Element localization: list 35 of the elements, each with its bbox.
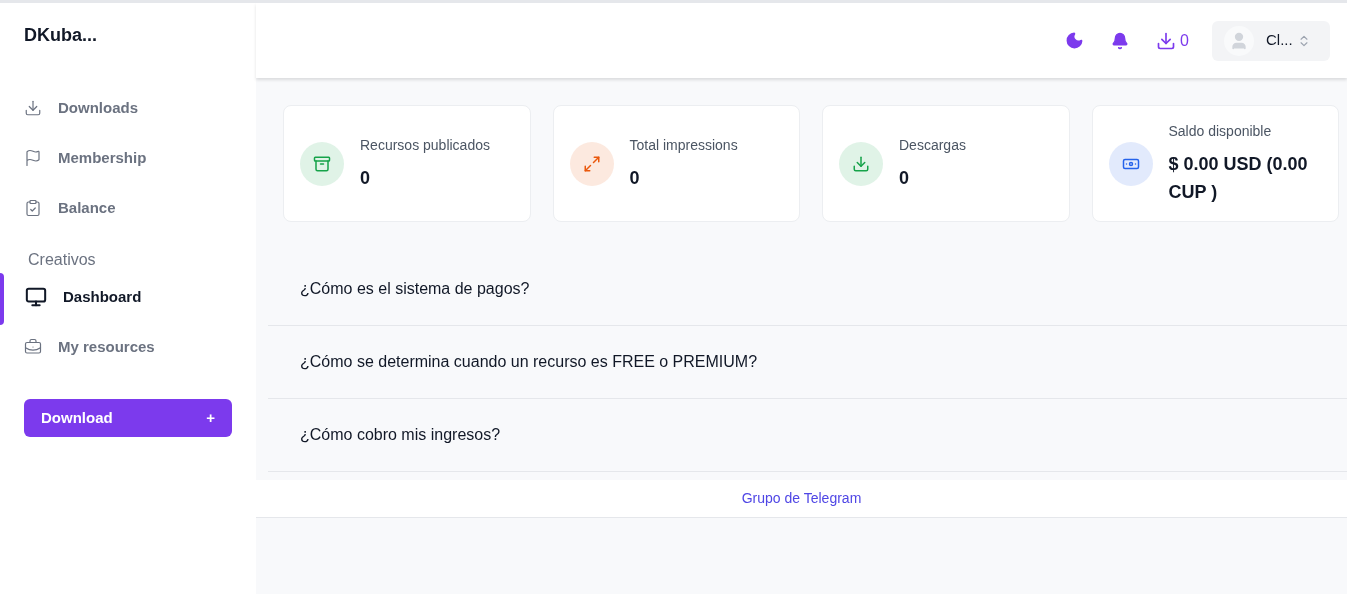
clipboard-check-icon <box>24 199 42 217</box>
briefcase-icon <box>24 338 42 356</box>
download-icon <box>1156 30 1177 51</box>
faq-item[interactable]: ¿Cómo cobro mis ingresos? <box>268 399 1347 472</box>
telegram-link[interactable]: Grupo de Telegram <box>741 488 862 509</box>
monitor-icon <box>25 286 47 308</box>
stat-value: 0 <box>360 167 371 190</box>
download-icon <box>24 99 42 117</box>
download-button[interactable]: Download + <box>24 399 232 437</box>
box-icon <box>313 154 331 173</box>
active-indicator <box>0 273 4 325</box>
brand-title: DKuba... <box>23 24 98 47</box>
download-icon <box>852 154 870 173</box>
sidebar-item[interactable]: Dashboard <box>0 285 142 309</box>
faq-item[interactable]: ¿Cómo es el sistema de pagos? <box>268 253 1347 326</box>
sidebar-item[interactable]: Downloads <box>0 96 138 120</box>
stat-value: 0 <box>629 167 641 190</box>
expand-arrows-icon <box>582 154 601 173</box>
stat-label: Saldo disponible <box>1168 122 1273 141</box>
moon-icon[interactable] <box>1065 31 1085 50</box>
stat-label: Total impressions <box>629 136 738 155</box>
user-menu[interactable]: Cl... <box>1212 20 1330 61</box>
sidebar-item[interactable]: Balance <box>0 196 116 220</box>
section-title: Creativos <box>27 250 97 270</box>
flag-icon <box>24 149 42 167</box>
stat-value: $ 0.00 USD (0.00 CUP ) <box>1168 153 1309 204</box>
faq-item[interactable]: ¿Cómo se determina cuando un recurso es FREE o PREMIUM? <box>268 326 1347 399</box>
stat-label: Recursos publicados <box>360 136 490 155</box>
sidebar-item[interactable]: Membership <box>0 146 147 170</box>
downloads-counter[interactable]: 0 <box>1156 28 1189 53</box>
stat-value: 0 <box>899 167 910 190</box>
sidebar-item[interactable]: My resources <box>0 335 155 359</box>
stat-label: Descargas <box>899 136 966 155</box>
avatar-icon <box>1224 25 1254 56</box>
bell-icon[interactable] <box>1111 31 1130 50</box>
